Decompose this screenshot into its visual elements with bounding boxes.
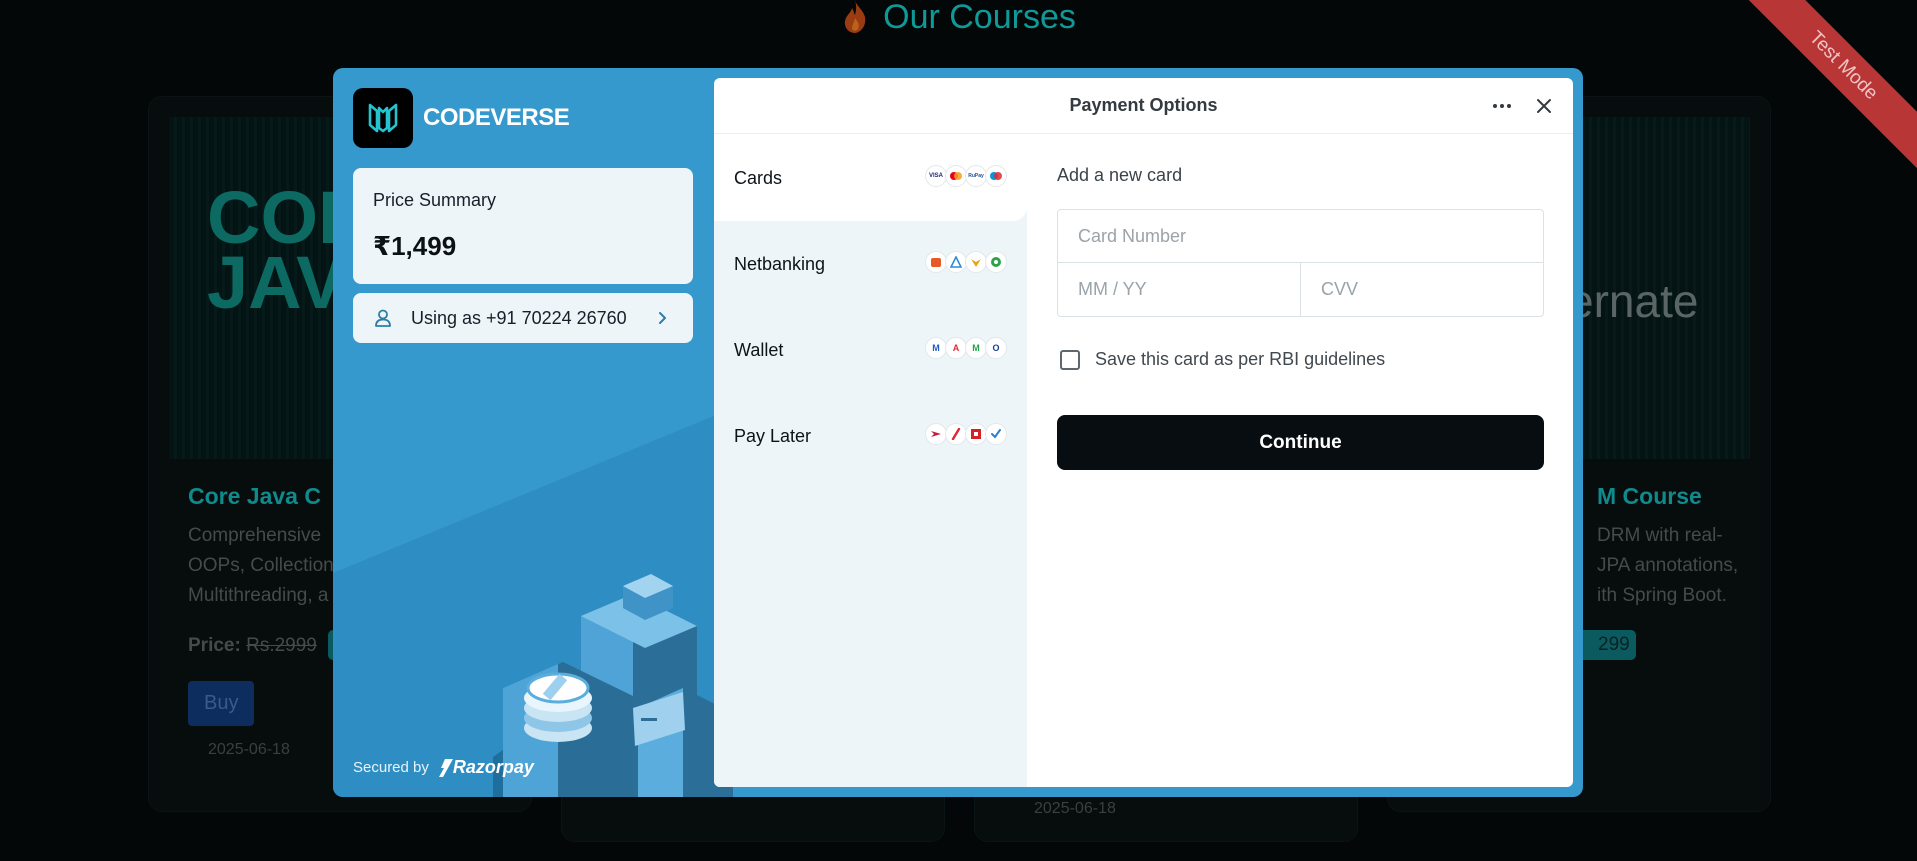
card-number-input[interactable]	[1058, 210, 1543, 263]
payment-methods-list: Cards VISA RuPay Netbanking Wallet M A M…	[714, 135, 1027, 787]
method-netbanking[interactable]: Netbanking	[714, 221, 1027, 307]
save-card-row: Save this card as per RBI guidelines	[1060, 349, 1385, 370]
close-icon[interactable]	[1532, 94, 1556, 118]
wallet-icon: M	[965, 337, 987, 359]
buy-button[interactable]: Buy	[188, 681, 255, 726]
payment-modal: CODEVERSE Price Summary ₹1,499 Using as …	[333, 68, 1583, 797]
bank-icon	[965, 251, 987, 273]
razorpay-logo: Razorpay	[438, 757, 534, 778]
cvv-input[interactable]	[1301, 263, 1543, 316]
more-icon[interactable]	[1490, 94, 1514, 118]
method-logos: M A M O	[925, 337, 1007, 359]
method-logos	[925, 423, 1007, 445]
chevron-right-icon	[659, 312, 666, 324]
maestro-icon	[985, 165, 1007, 187]
card-input-group	[1057, 209, 1544, 317]
codeverse-logo-icon	[353, 88, 413, 148]
brand-name: CODEVERSE	[423, 104, 570, 131]
price-summary: Price Summary ₹1,499	[353, 168, 693, 284]
paylater-icon	[925, 423, 947, 445]
price-amount: ₹1,499	[373, 231, 457, 261]
user-icon	[375, 309, 391, 327]
method-label: Wallet	[734, 340, 784, 360]
method-pay-later[interactable]: Pay Later	[714, 393, 1027, 479]
rupay-icon: RuPay	[965, 165, 987, 187]
mastercard-icon	[945, 165, 967, 187]
merchant-brand: CODEVERSE	[353, 88, 570, 148]
bank-icon	[945, 251, 967, 273]
course-date: 2025-06-18	[1034, 800, 1116, 817]
course-date: 2025-06-18	[208, 741, 290, 758]
price-chip: 299	[1574, 630, 1636, 660]
panel-header: Payment Options	[714, 78, 1573, 134]
price-summary-label: Price Summary	[373, 190, 497, 210]
razorpay-icon	[438, 758, 453, 777]
contact-selector[interactable]: Using as +91 70224 26760	[353, 293, 693, 343]
method-wallet[interactable]: Wallet M A M O	[714, 307, 1027, 393]
save-card-label: Save this card as per RBI guidelines	[1095, 349, 1386, 369]
save-card-checkbox[interactable]	[1060, 349, 1080, 370]
expiry-input[interactable]	[1058, 263, 1301, 316]
method-label: Pay Later	[734, 426, 812, 446]
thumbnail-text: ernate	[1568, 275, 1699, 327]
payment-options-panel: Payment Options Cards VISA RuPay Netbank…	[714, 78, 1573, 787]
visa-icon: VISA	[925, 165, 947, 187]
bank-icon	[985, 251, 1007, 273]
method-label: Netbanking	[734, 254, 826, 274]
method-logos: VISA RuPay	[925, 165, 1007, 187]
paylater-icon	[945, 423, 967, 445]
course-title[interactable]: Core Java C	[188, 483, 321, 510]
course-description: Comprehensive OOPs, Collection Multithre…	[188, 525, 334, 606]
bank-icon	[925, 251, 947, 273]
page-title: Our Courses	[0, 0, 1917, 34]
secured-by: Secured by Razorpay	[353, 757, 534, 778]
paylater-icon	[965, 423, 987, 445]
paylater-icon	[985, 423, 1007, 445]
wallet-icon: A	[945, 337, 967, 359]
wallet-icon: O	[985, 337, 1007, 359]
method-cards[interactable]: Cards VISA RuPay	[714, 135, 1027, 221]
course-price: Price: Rs.2999	[188, 635, 317, 656]
contact-text: Using as +91 70224 26760	[411, 307, 627, 328]
method-logos	[925, 251, 1007, 273]
continue-button[interactable]: Continue	[1057, 415, 1544, 470]
form-heading: Add a new card	[1057, 165, 1183, 185]
panel-title: Payment Options	[1069, 95, 1218, 115]
course-title[interactable]: M Course	[1597, 483, 1702, 510]
method-label: Cards	[734, 168, 783, 188]
course-description: DRM with real- JPA annotations, ith Spri…	[1597, 525, 1739, 606]
flame-icon	[844, 1, 866, 33]
wallet-icon: M	[925, 337, 947, 359]
